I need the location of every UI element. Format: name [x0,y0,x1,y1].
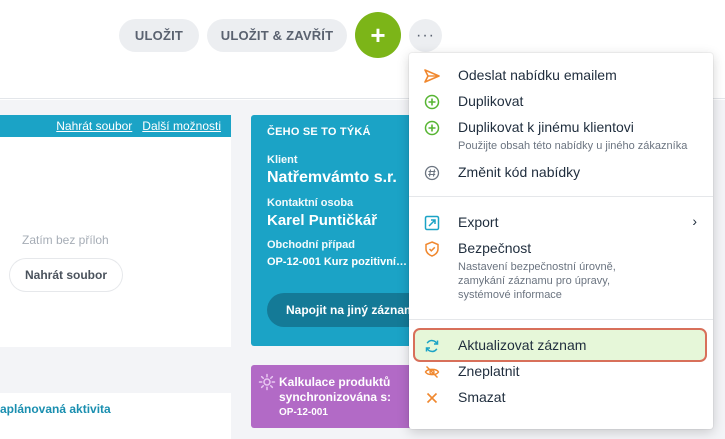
case-value[interactable]: OP-12-001 Kurz pozitivní… [267,256,407,268]
eye-off-icon [423,363,441,381]
menu-item-refresh[interactable]: Aktualizovat záznam [409,335,713,357]
case-label: Obchodní případ [267,239,355,251]
menu-overlay: Aktualizovat záznam Zneplatnit Smazat [409,53,713,429]
save-button[interactable]: ULOŽIT [119,19,199,52]
attachments-empty-text: Zatím bez příloh [22,233,109,247]
menu-label: Smazat [458,389,506,405]
menu-label: Zneplatnit [458,363,520,379]
more-options-button[interactable]: ··· [409,19,442,52]
client-value[interactable]: Natřemvámto s.r. [267,169,397,187]
more-options-link[interactable]: Další možnosti [142,119,221,133]
link-record-button[interactable]: Napojit na jiný záznam [267,293,431,327]
calculation-sync-ref[interactable]: OP-12-001 [279,407,328,418]
attachments-panel: Nahrát soubor Další možnosti Zatím bez p… [0,115,231,347]
refresh-icon [423,337,441,355]
upload-file-button[interactable]: Nahrát soubor [10,259,122,291]
planned-activity-label[interactable]: aplánovaná aktivita [0,402,111,416]
related-info-card: ČEHO SE TO TÝKÁ Klient Natřemvámto s.r. … [251,115,431,346]
menu-item-invalidate[interactable]: Zneplatnit [409,361,713,383]
related-heading: ČEHO SE TO TÝKÁ [267,126,371,138]
menu-label: Aktualizovat záznam [458,337,587,353]
calculation-sync-title: Kalkulace produktů synchronizována s: [279,375,392,404]
contact-label: Kontaktní osoba [267,197,354,209]
client-label: Klient [267,154,298,166]
menu-item-delete[interactable]: Smazat [409,387,713,409]
save-and-close-button[interactable]: ULOŽIT & ZAVŘÍT [207,19,347,52]
close-icon [423,389,441,407]
planned-activity-panel: aplánovaná aktivita [0,393,231,439]
attachments-header: Nahrát soubor Další možnosti [0,115,231,137]
contact-value[interactable]: Karel Puntičkář [267,212,377,229]
upload-file-link[interactable]: Nahrát soubor [56,119,132,133]
add-button[interactable]: + [355,12,401,58]
gear-icon [258,373,276,391]
